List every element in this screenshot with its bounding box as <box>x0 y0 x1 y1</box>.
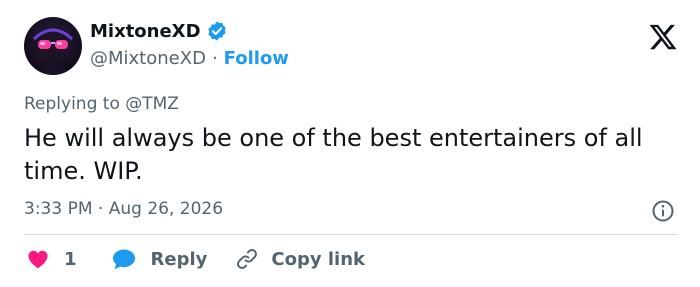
timestamp[interactable]: 3:33 PM · Aug 26, 2026 <box>24 199 223 219</box>
reply-context[interactable]: Replying to @TMZ <box>24 94 179 114</box>
like-count: 1 <box>64 248 77 270</box>
verified-badge-icon <box>206 20 228 42</box>
author-display-name[interactable]: MixtoneXD <box>90 21 201 42</box>
avatar-image <box>32 27 74 75</box>
action-bar: 1 Reply Copy link <box>26 247 365 271</box>
avatar[interactable] <box>24 17 82 75</box>
author-name-row: MixtoneXD <box>90 20 228 42</box>
follow-button[interactable]: Follow <box>224 48 289 69</box>
tweet-time: 3:33 PM <box>24 199 93 219</box>
author-handle[interactable]: @MixtoneXD <box>90 48 206 69</box>
heart-icon <box>26 247 50 271</box>
like-button[interactable]: 1 <box>26 247 77 271</box>
reply-label: Reply <box>150 248 208 270</box>
copy-link-button[interactable]: Copy link <box>235 247 365 271</box>
timestamp-separator: · <box>97 199 104 219</box>
tweet-text: He will always be one of the best entert… <box>24 124 643 185</box>
link-icon <box>235 247 259 271</box>
tweet-date: Aug 26, 2026 <box>108 199 224 219</box>
info-icon[interactable] <box>651 199 675 223</box>
x-logo-icon[interactable] <box>648 22 678 52</box>
speech-bubble-icon <box>111 247 137 271</box>
copy-link-label: Copy link <box>271 248 365 270</box>
divider <box>24 234 678 235</box>
author-handle-row: @MixtoneXD · Follow <box>90 48 289 69</box>
reply-button[interactable]: Reply <box>111 247 208 271</box>
handle-separator: · <box>211 48 218 69</box>
